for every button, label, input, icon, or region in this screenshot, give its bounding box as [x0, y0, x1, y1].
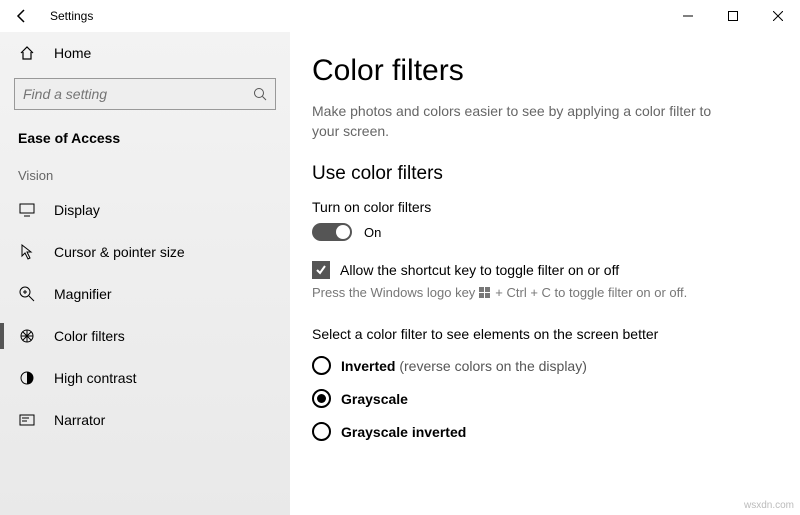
radio-label: Grayscale inverted: [341, 424, 466, 440]
sidebar-item-label: Color filters: [54, 328, 125, 344]
sidebar-item-cursor[interactable]: Cursor & pointer size: [0, 231, 290, 273]
color-filters-toggle[interactable]: [312, 223, 352, 241]
maximize-button[interactable]: [710, 0, 755, 32]
check-icon: [315, 264, 327, 276]
sidebar-item-high-contrast[interactable]: High contrast: [0, 357, 290, 399]
toggle-state: On: [364, 225, 381, 240]
shortcut-hint: Press the Windows logo key + Ctrl + C to…: [312, 285, 778, 300]
magnifier-icon: [18, 285, 36, 303]
section-heading: Use color filters: [312, 163, 778, 185]
cursor-icon: [18, 243, 36, 261]
search-input[interactable]: [23, 86, 253, 102]
main-panel: Color filters Make photos and colors eas…: [290, 32, 800, 515]
shortcut-checkbox[interactable]: [312, 261, 330, 279]
sidebar-item-color-filters[interactable]: Color filters: [0, 315, 290, 357]
radio-grayscale-inverted[interactable]: Grayscale inverted: [312, 422, 778, 441]
radio-label: Inverted: [341, 358, 395, 374]
home-nav[interactable]: Home: [0, 32, 290, 74]
radio-icon: [312, 389, 331, 408]
page-title: Color filters: [312, 54, 778, 88]
category-heading: Ease of Access: [0, 120, 290, 160]
toggle-label: Turn on color filters: [312, 199, 778, 215]
display-icon: [18, 201, 36, 219]
window-title: Settings: [50, 9, 93, 23]
close-icon: [773, 11, 783, 21]
sidebar-item-label: Display: [54, 202, 100, 218]
page-description: Make photos and colors easier to see by …: [312, 102, 732, 141]
narrator-icon: [18, 411, 36, 429]
minimize-icon: [683, 11, 693, 21]
close-button[interactable]: [755, 0, 800, 32]
sidebar-item-label: Magnifier: [54, 286, 112, 302]
sidebar-item-label: Cursor & pointer size: [54, 244, 185, 260]
checkbox-label: Allow the shortcut key to toggle filter …: [340, 262, 619, 278]
titlebar: Settings: [0, 0, 800, 32]
sidebar: Home Ease of Access Vision Display Curso…: [0, 32, 290, 515]
back-button[interactable]: [0, 0, 44, 32]
minimize-button[interactable]: [665, 0, 710, 32]
radio-icon: [312, 356, 331, 375]
radio-label: Grayscale: [341, 391, 408, 407]
sidebar-item-label: High contrast: [54, 370, 136, 386]
home-icon: [18, 44, 36, 62]
sidebar-item-label: Narrator: [54, 412, 105, 428]
maximize-icon: [728, 11, 738, 21]
sidebar-item-display[interactable]: Display: [0, 189, 290, 231]
watermark: wsxdn.com: [744, 500, 794, 511]
radio-grayscale[interactable]: Grayscale: [312, 389, 778, 408]
radio-icon: [312, 422, 331, 441]
home-label: Home: [54, 45, 91, 61]
sidebar-item-magnifier[interactable]: Magnifier: [0, 273, 290, 315]
search-icon: [253, 87, 267, 101]
search-box[interactable]: [14, 78, 276, 110]
high-contrast-icon: [18, 369, 36, 387]
color-filters-icon: [18, 327, 36, 345]
sidebar-item-narrator[interactable]: Narrator: [0, 399, 290, 441]
windows-logo-icon: [479, 287, 491, 299]
radio-inverted[interactable]: Inverted (reverse colors on the display): [312, 356, 778, 375]
arrow-left-icon: [15, 9, 29, 23]
filter-select-label: Select a color filter to see elements on…: [312, 326, 778, 342]
group-heading: Vision: [0, 160, 290, 189]
radio-paren: (reverse colors on the display): [395, 358, 586, 374]
